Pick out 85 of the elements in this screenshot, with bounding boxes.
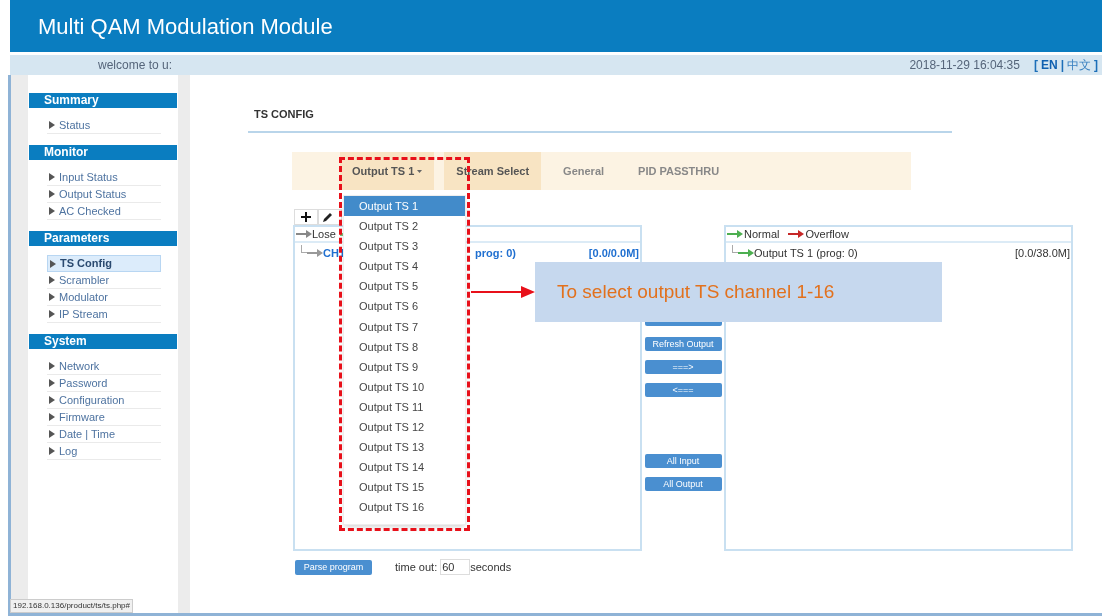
sidebar-item[interactable]: Firmware — [47, 409, 161, 426]
language-link[interactable]: EN — [1040, 56, 1058, 74]
triangle-icon — [49, 310, 55, 318]
sidebar-item[interactable]: TS Config — [47, 255, 161, 272]
bitrate-text: [0.0/0.0M] — [588, 245, 639, 261]
triangle-icon — [49, 379, 55, 387]
page-title: TS CONFIG — [254, 108, 314, 120]
bracket: ] — [1094, 57, 1098, 74]
arrow-icon — [738, 249, 754, 257]
language-link[interactable]: 中文 — [1067, 56, 1091, 74]
dropdown-option[interactable]: Output TS 14 — [344, 457, 465, 478]
sidebar-item[interactable]: Scrambler — [47, 272, 161, 289]
caret-icon — [417, 169, 423, 173]
sidebar-item[interactable]: Date | Time — [47, 426, 161, 443]
pointer-arrow — [471, 286, 535, 298]
dropdown-option[interactable]: Output TS 8 — [344, 336, 465, 357]
legend-label: Normal — [744, 226, 780, 242]
triangle-icon — [49, 190, 55, 198]
triangle-icon — [49, 293, 55, 301]
dropdown-option[interactable]: Output TS 13 — [344, 437, 465, 458]
triangle-icon — [49, 447, 55, 455]
triangle-icon — [49, 413, 55, 421]
dropdown-tab[interactable]: Output TS 1 — [340, 152, 435, 190]
tree-item[interactable]: Output TS 1 (prog: 0) — [754, 244, 858, 262]
action-button[interactable]: <=== — [644, 383, 722, 397]
triangle-icon — [49, 207, 55, 215]
section-header: Parameters — [29, 231, 177, 246]
tab[interactable]: General — [551, 152, 617, 190]
triangle-icon — [49, 362, 55, 370]
app-title: Multi QAM Modulation Module — [38, 12, 333, 41]
sidebar-item[interactable]: AC Checked — [47, 203, 161, 220]
sidebar-item[interactable]: Status — [47, 117, 161, 134]
sidebar-item[interactable]: Input Status — [47, 169, 161, 186]
bitrate-text: [0.0/38.0M] — [1014, 245, 1070, 261]
welcome-text: welcome to u: — [98, 57, 173, 74]
timeout-label: time out: — [395, 560, 438, 575]
action-button[interactable]: ===> — [644, 360, 722, 374]
triangle-icon — [49, 173, 55, 181]
plus-icon — [301, 212, 311, 222]
triangle-icon — [49, 430, 55, 438]
bracket: [ — [1033, 57, 1038, 74]
separator: | — [1060, 57, 1064, 74]
tab[interactable]: PID PASSTHRU — [626, 152, 732, 190]
legend-label: Overflow — [805, 226, 849, 242]
sidebar-item[interactable]: Configuration — [47, 392, 161, 409]
program-count: prog: 0) — [475, 245, 516, 261]
arrow-icon — [296, 230, 312, 238]
sidebar-item[interactable]: Network — [47, 358, 161, 375]
pencil-icon — [323, 212, 333, 222]
dropdown-option[interactable]: Output TS 16 — [344, 497, 465, 518]
dropdown-option[interactable]: Output TS 15 — [344, 477, 465, 498]
status-url: 192.168.0.136/product/ts/ts.php# — [10, 599, 133, 613]
dropdown-option[interactable]: Output TS 4 — [344, 256, 465, 277]
timeout-input[interactable]: 60 — [440, 559, 471, 576]
date-time: 2018-11-29 16:04:35 — [909, 57, 1020, 74]
sidebar-item[interactable]: Password — [47, 375, 161, 392]
sidebar-item[interactable]: Output Status — [47, 186, 161, 203]
section-header: System — [29, 334, 177, 349]
dropdown-option[interactable]: Output TS 12 — [344, 417, 465, 438]
action-button[interactable]: All Input — [644, 454, 722, 468]
dropdown-option[interactable]: Output TS 6 — [344, 296, 465, 317]
action-button[interactable]: Refresh Output — [644, 337, 722, 351]
section-header: Monitor — [29, 145, 177, 160]
arrow-icon — [307, 249, 323, 257]
dropdown-option[interactable]: Output TS 9 — [344, 356, 465, 377]
triangle-icon — [49, 396, 55, 404]
dropdown-option[interactable]: Output TS 3 — [344, 236, 465, 257]
parse-program-button[interactable]: Parse program — [295, 559, 372, 575]
timeout-unit: seconds — [470, 560, 512, 575]
section-header: Summary — [29, 93, 177, 108]
dropdown-option[interactable]: Output TS 2 — [344, 216, 465, 237]
triangle-icon — [49, 121, 55, 129]
dropdown-option[interactable]: Output TS 7 — [344, 316, 465, 337]
dropdown-option[interactable]: Output TS 11 — [344, 396, 465, 418]
add-button[interactable] — [294, 209, 318, 225]
callout-text: To select output TS channel 1-16 — [557, 279, 835, 304]
sidebar-item[interactable]: Modulator — [47, 289, 161, 306]
sidebar-item[interactable]: Log — [47, 443, 161, 460]
edit-button[interactable] — [318, 209, 342, 225]
dropdown-option[interactable]: Output TS 10 — [344, 376, 465, 397]
dropdown-option[interactable]: Output TS 1 — [344, 196, 465, 217]
action-button[interactable]: All Output — [644, 477, 722, 491]
sidebar-item[interactable]: IP Stream — [47, 306, 161, 323]
legend-label: Lose — [312, 226, 336, 242]
dropdown-option[interactable]: Output TS 5 — [344, 276, 465, 297]
